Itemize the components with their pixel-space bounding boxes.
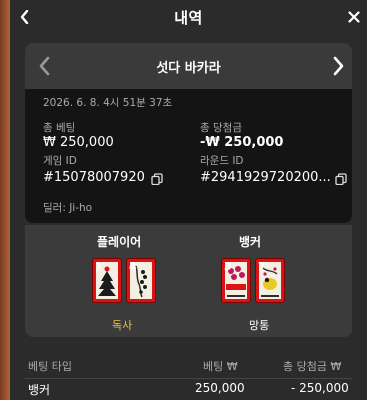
total-win-value: -₩ 250,000 <box>200 135 284 150</box>
table-row: 뱅커 250,000 - 250,000 <box>25 378 352 398</box>
total-bet-value: ₩ 250,000 <box>43 135 114 150</box>
bet-datetime: 2026. 6. 8. 4시 51분 37초 <box>43 97 173 109</box>
banker-hand-name: 망통 <box>249 319 270 332</box>
game-id-value: #15078007920 <box>43 170 145 185</box>
result-panel: 플레이어 1 4 독사 뱅커 3 7 망통 <box>25 225 352 337</box>
game-header: 섯다 바카라 <box>25 43 352 89</box>
copy-icon[interactable] <box>335 173 347 185</box>
banker-card: 7 <box>255 258 285 303</box>
chevron-right-icon <box>333 56 344 76</box>
top-bar: 내역 <box>10 0 367 34</box>
row-bet-type: 뱅커 <box>28 383 51 397</box>
player-card: 4 <box>126 258 156 303</box>
close-icon <box>348 11 360 23</box>
close-button[interactable] <box>343 6 365 28</box>
col-bet-amount: 베팅 ₩ <box>203 360 238 373</box>
player-hand-name: 독사 <box>112 319 133 332</box>
total-win-label: 총 당첨금 <box>200 122 242 134</box>
player-hand: 1 4 <box>92 258 156 303</box>
row-bet-amount: 250,000 <box>195 381 245 395</box>
history-modal: 내역 섯다 바카라 2026. 6. 8. 4시 51분 37초 총 베팅 ₩ … <box>10 0 367 400</box>
col-bet-type: 베팅 타입 <box>28 360 72 373</box>
dealer-name: 딜러: Ji-ho <box>43 202 93 214</box>
card-number: 7 <box>258 260 266 273</box>
next-game-button[interactable] <box>330 54 346 78</box>
total-bet-label: 총 베팅 <box>43 122 76 134</box>
card-number: 3 <box>224 260 232 273</box>
back-button[interactable] <box>14 6 36 28</box>
chevron-left-icon <box>20 10 29 24</box>
bet-table-header: 베팅 타입 베팅 ₩ 총 당첨금 ₩ <box>25 356 352 374</box>
game-id-label: 게임 ID <box>43 155 77 167</box>
player-title: 플레이어 <box>97 235 142 249</box>
game-name: 섯다 바카라 <box>156 60 221 76</box>
chevron-left-icon <box>39 56 50 76</box>
round-id-value: #2941929720200... <box>200 170 331 185</box>
prev-game-button[interactable] <box>37 54 53 78</box>
banker-card: 3 <box>221 258 251 303</box>
copy-icon[interactable] <box>151 173 163 185</box>
col-total-win: 총 당첨금 ₩ <box>283 360 342 373</box>
banker-hand: 3 7 <box>221 258 285 303</box>
page-title: 내역 <box>174 8 203 27</box>
card-number: 4 <box>129 260 137 273</box>
row-total-win: - 250,000 <box>291 381 349 395</box>
player-card: 1 <box>92 258 122 303</box>
banker-title: 뱅커 <box>239 235 262 249</box>
card-number: 1 <box>95 260 103 273</box>
round-id-label: 라운드 ID <box>200 155 244 167</box>
bet-detail-card: 섯다 바카라 2026. 6. 8. 4시 51분 37초 총 베팅 ₩ 250… <box>25 43 352 223</box>
